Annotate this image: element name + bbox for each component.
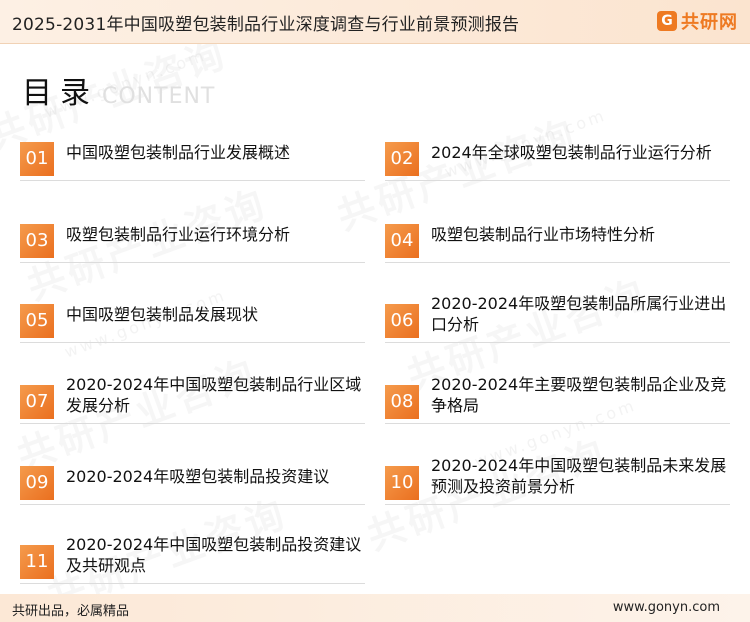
footer-website: www.gonyn.com <box>612 600 720 615</box>
chapter-title: 中国吸塑包装制品行业发展概述 <box>66 142 291 162</box>
chapter-title: 中国吸塑包装制品发展现状 <box>66 304 259 324</box>
divider <box>20 504 365 505</box>
chapter-number: 05 <box>20 304 54 338</box>
chapter-title: 吸塑包装制品行业市场特性分析 <box>431 224 656 244</box>
chapter-number: 06 <box>385 304 419 338</box>
chapter-number: 03 <box>20 224 54 258</box>
chapter-number: 09 <box>20 466 54 500</box>
chapter-number: 08 <box>385 385 419 419</box>
toc-item-08: 08 2020-2024年主要吸塑包装制品企业及竞争格局 <box>385 371 730 431</box>
toc-item-02: 02 2024年全球吸塑包装制品行业运行分析 <box>385 128 730 188</box>
chapter-number: 01 <box>20 142 54 176</box>
divider <box>385 180 730 181</box>
logo-icon: G <box>657 11 677 31</box>
divider <box>20 342 365 343</box>
chapter-title: 2020-2024年吸塑包装制品投资建议 <box>66 466 330 486</box>
divider <box>385 504 730 505</box>
toc-item-07: 07 2020-2024年中国吸塑包装制品行业区域发展分析 <box>20 371 365 431</box>
logo-text: 共研网 <box>681 12 738 33</box>
toc-heading-cn: 目录 <box>22 76 98 111</box>
toc-item-05: 05 中国吸塑包装制品发展现状 <box>20 290 365 350</box>
divider <box>385 342 730 343</box>
toc-item-04: 04 吸塑包装制品行业市场特性分析 <box>385 210 730 270</box>
chapter-title: 2020-2024年中国吸塑包装制品未来发展预测及投资前景分析 <box>431 456 727 496</box>
chapter-number: 11 <box>20 545 54 579</box>
toc-heading: 目录 CONTENT <box>22 68 215 112</box>
toc-item-06: 06 2020-2024年吸塑包装制品所属行业进出口分析 <box>385 290 730 350</box>
chapter-title: 2020-2024年主要吸塑包装制品企业及竞争格局 <box>431 375 727 415</box>
chapter-number: 02 <box>385 142 419 176</box>
divider <box>385 423 730 424</box>
chapter-title: 2020-2024年中国吸塑包装制品行业区域发展分析 <box>66 375 362 415</box>
divider <box>20 262 365 263</box>
toc-item-10: 10 2020-2024年中国吸塑包装制品未来发展预测及投资前景分析 <box>385 452 730 512</box>
report-header: 2025-2031年中国吸塑包装制品行业深度调查与行业前景预测报告 G 共研网 <box>0 0 750 44</box>
footer-slogan: 共研出品，必属精品 <box>12 604 130 619</box>
chapter-number: 04 <box>385 224 419 258</box>
chapter-title: 吸塑包装制品行业运行环境分析 <box>66 224 291 244</box>
divider <box>20 583 365 584</box>
divider <box>20 180 365 181</box>
report-footer: 共研出品，必属精品 www.gonyn.com <box>0 594 750 622</box>
toc-heading-en: CONTENT <box>102 84 216 109</box>
toc-item-09: 09 2020-2024年吸塑包装制品投资建议 <box>20 452 365 512</box>
toc-item-11: 11 2020-2024年中国吸塑包装制品投资建议及共研观点 <box>20 531 365 591</box>
chapter-number: 07 <box>20 385 54 419</box>
chapter-number: 10 <box>385 466 419 500</box>
divider <box>20 423 365 424</box>
chapter-title: 2024年全球吸塑包装制品行业运行分析 <box>431 142 712 162</box>
chapter-title: 2020-2024年中国吸塑包装制品投资建议及共研观点 <box>66 535 362 575</box>
chapter-title: 2020-2024年吸塑包装制品所属行业进出口分析 <box>431 294 727 334</box>
divider <box>385 262 730 263</box>
toc-item-01: 01 中国吸塑包装制品行业发展概述 <box>20 128 365 188</box>
toc-item-03: 03 吸塑包装制品行业运行环境分析 <box>20 210 365 270</box>
report-title: 2025-2031年中国吸塑包装制品行业深度调查与行业前景预测报告 <box>12 15 520 35</box>
brand-logo: G 共研网 <box>657 8 738 34</box>
